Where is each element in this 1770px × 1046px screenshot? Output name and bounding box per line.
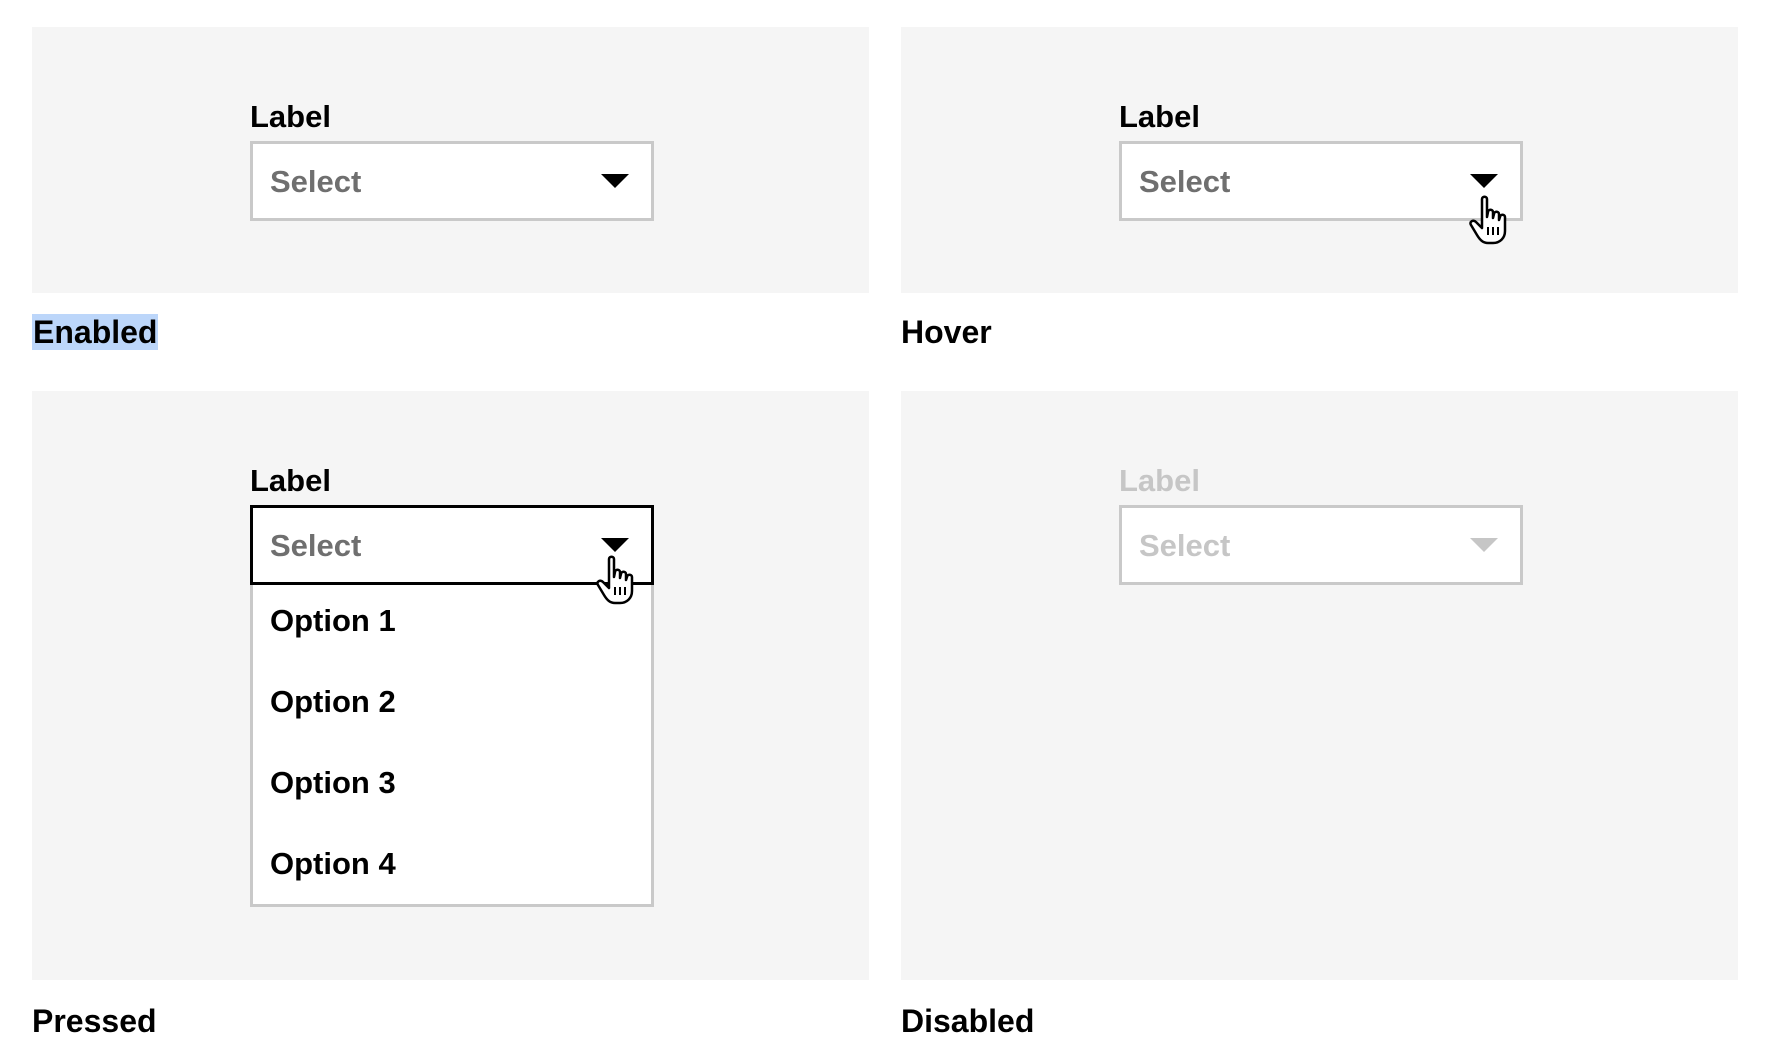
state-caption-pressed: Pressed [32, 1003, 157, 1039]
dropdown-option[interactable]: Option 2 [270, 684, 396, 720]
pressed-state-panel: Label Select Option 1 Option 2 Option 3 … [32, 391, 869, 980]
disabled-state-panel: Label Select [901, 391, 1738, 980]
enabled-state-panel: Label Select [32, 27, 869, 293]
selected-text-highlight: Enabled [32, 314, 159, 350]
select-placeholder: Select [1139, 528, 1231, 563]
select-dropdown[interactable]: Select [250, 141, 654, 221]
field-label: Label [250, 99, 331, 134]
dropdown-option[interactable]: Option 3 [270, 765, 396, 801]
chevron-down-icon [601, 174, 629, 188]
select-placeholder: Select [270, 164, 362, 199]
state-caption-hover: Hover [901, 314, 992, 350]
chevron-down-icon [1470, 174, 1498, 188]
select-dropdown[interactable]: Select [250, 505, 654, 585]
dropdown-option[interactable]: Option 1 [270, 603, 396, 639]
select-dropdown: Select [1119, 505, 1523, 585]
field-label: Label [250, 463, 331, 498]
select-placeholder: Select [270, 528, 362, 563]
dropdown-menu: Option 1 Option 2 Option 3 Option 4 [250, 585, 654, 907]
hand-pointer-icon [1469, 195, 1507, 245]
field-label: Label [1119, 463, 1200, 498]
chevron-down-icon [1470, 538, 1498, 552]
select-dropdown[interactable]: Select [1119, 141, 1523, 221]
field-label: Label [1119, 99, 1200, 134]
chevron-down-icon [601, 538, 629, 552]
hand-pointer-icon [596, 555, 634, 605]
hover-state-panel: Label Select [901, 27, 1738, 293]
state-caption-disabled: Disabled [901, 1003, 1035, 1039]
select-placeholder: Select [1139, 164, 1231, 199]
dropdown-option[interactable]: Option 4 [270, 846, 396, 882]
state-caption-enabled: Enabled [32, 312, 159, 352]
